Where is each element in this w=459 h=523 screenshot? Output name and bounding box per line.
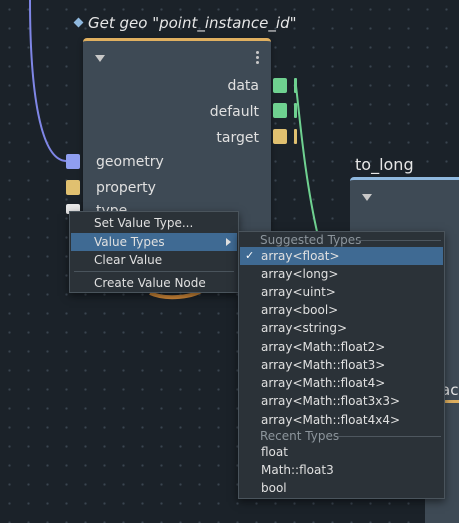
section-header-suggested: Suggested Types (260, 233, 441, 247)
menu-item-create-value-node[interactable]: Create Value Node (71, 274, 237, 292)
data-wire (295, 85, 319, 237)
type-option-label: array<float> (261, 249, 340, 263)
section-header-label: Suggested Types (260, 233, 362, 247)
to-long-node-title: to_long (355, 155, 414, 174)
output-port-default[interactable] (273, 103, 287, 118)
recent-type-option[interactable]: Math::float3 (240, 461, 443, 479)
collapse-triangle-icon[interactable] (362, 194, 372, 201)
collapse-triangle-icon[interactable] (95, 55, 105, 62)
node-title-text: Get geo "point_instance_id" (88, 14, 297, 32)
kebab-menu-icon[interactable] (256, 49, 259, 66)
section-divider (338, 436, 441, 437)
type-option[interactable]: array<string> (240, 319, 443, 337)
recent-type-option[interactable]: bool (240, 479, 443, 497)
recent-type-option[interactable]: float (240, 443, 443, 461)
output-label-target: target (216, 130, 259, 146)
menu-item-set-value-type[interactable]: Set Value Type... (71, 214, 237, 232)
input-label-property: property (96, 180, 156, 196)
output-port-target[interactable] (273, 129, 287, 144)
node-title: Get geo "point_instance_id" (72, 14, 296, 32)
type-option[interactable]: array<uint> (240, 283, 443, 301)
input-label-type: type (96, 203, 128, 211)
input-port-geometry[interactable] (66, 154, 80, 169)
menu-separator (74, 271, 234, 272)
section-header-recent: Recent Types (260, 429, 441, 443)
menu-item-clear-value[interactable]: Clear Value (71, 251, 237, 269)
type-option[interactable]: array<Math::float3> (240, 356, 443, 374)
output-port-default-handle[interactable] (294, 103, 297, 118)
menu-item-value-types[interactable]: Value Types (71, 233, 237, 251)
geometry-wire (29, 0, 67, 162)
output-port-data[interactable] (273, 78, 287, 93)
type-option[interactable]: array<long> (240, 265, 443, 283)
type-option[interactable]: array<Math::float2> (240, 338, 443, 356)
output-label-default: default (209, 104, 259, 120)
type-option[interactable]: array<bool> (240, 301, 443, 319)
section-header-label: Recent Types (260, 429, 340, 443)
output-label-data: data (227, 78, 259, 94)
section-divider (356, 240, 441, 241)
output-port-data-handle[interactable] (294, 78, 297, 93)
type-option[interactable]: array<Math::float3x3> (240, 392, 443, 410)
input-label-geometry: geometry (96, 154, 164, 170)
value-types-submenu: Suggested Types ✓ array<float> array<lon… (238, 231, 445, 499)
context-menu: Set Value Type... Value Types Clear Valu… (69, 211, 239, 293)
output-port-target-handle[interactable] (294, 129, 297, 144)
submenu-arrow-icon (226, 238, 231, 246)
type-option[interactable]: array<Math::float4> (240, 374, 443, 392)
input-port-property[interactable] (66, 180, 80, 195)
type-option[interactable]: array<Math::float4x4> (240, 411, 443, 429)
checkmark-icon: ✓ (245, 249, 255, 262)
diamond-icon (73, 17, 84, 28)
type-option[interactable]: ✓ array<float> (240, 247, 443, 265)
menu-item-label: Value Types (94, 235, 165, 249)
